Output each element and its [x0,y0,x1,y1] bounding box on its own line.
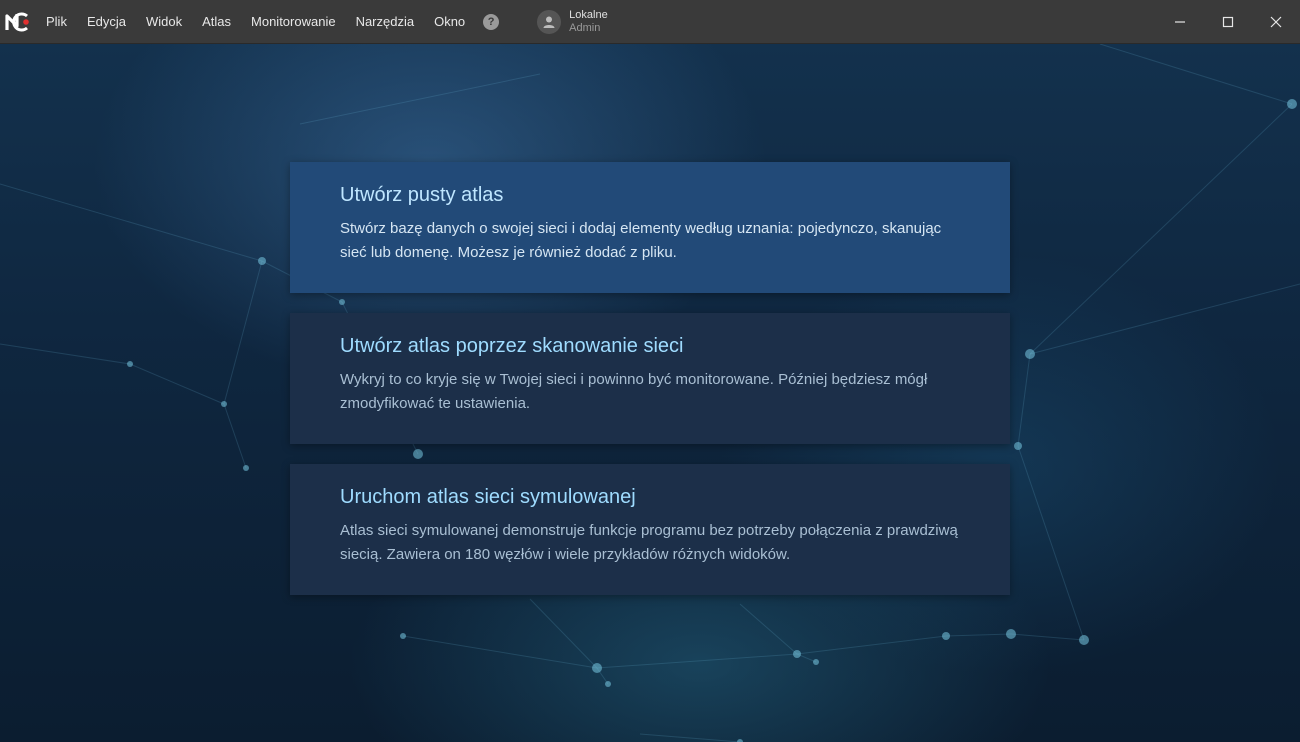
app-logo [0,0,36,44]
menu-plik[interactable]: Plik [36,0,77,44]
menu-monitorowanie[interactable]: Monitorowanie [241,0,346,44]
card-title: Utwórz pusty atlas [340,184,504,206]
user-role: Admin [569,21,601,34]
card-title: Utwórz atlas poprzez skanowanie sieci [340,335,684,357]
menu-okno[interactable]: Okno [424,0,475,44]
menu-atlas[interactable]: Atlas [192,0,241,44]
menu-edycja[interactable]: Edycja [77,0,136,44]
menu-bar: Plik Edycja Widok Atlas Monitorowanie Na… [36,0,500,44]
user-name: Lokalne [569,8,608,21]
user-avatar-icon [537,9,562,34]
minimize-icon[interactable] [1156,0,1204,44]
maximize-icon[interactable] [1204,0,1252,44]
card-description: Atlas sieci symulowanej demonstruje funk… [340,522,958,563]
user-account[interactable]: Lokalne Admin [537,9,608,35]
card-description: Wykryj to co kryje się w Twojej sieci i … [340,371,928,412]
title-bar: Plik Edycja Widok Atlas Monitorowanie Na… [0,0,1300,44]
card-description: Stwórz bazę danych o swojej sieci i doda… [340,220,942,261]
window-controls [1156,0,1300,44]
card-create-empty-atlas[interactable]: Utwórz pusty atlas Stwórz bazę danych o … [290,162,1010,293]
menu-narzedzia[interactable]: Narzędzia [346,0,425,44]
close-icon[interactable] [1252,0,1300,44]
menu-widok[interactable]: Widok [136,0,192,44]
help-icon[interactable]: ? [483,13,500,30]
card-title: Uruchom atlas sieci symulowanej [340,486,636,508]
card-simulated-atlas[interactable]: Uruchom atlas sieci symulowanej Atlas si… [290,464,1010,595]
card-create-atlas-scan[interactable]: Utwórz atlas poprzez skanowanie sieci Wy… [290,313,1010,444]
